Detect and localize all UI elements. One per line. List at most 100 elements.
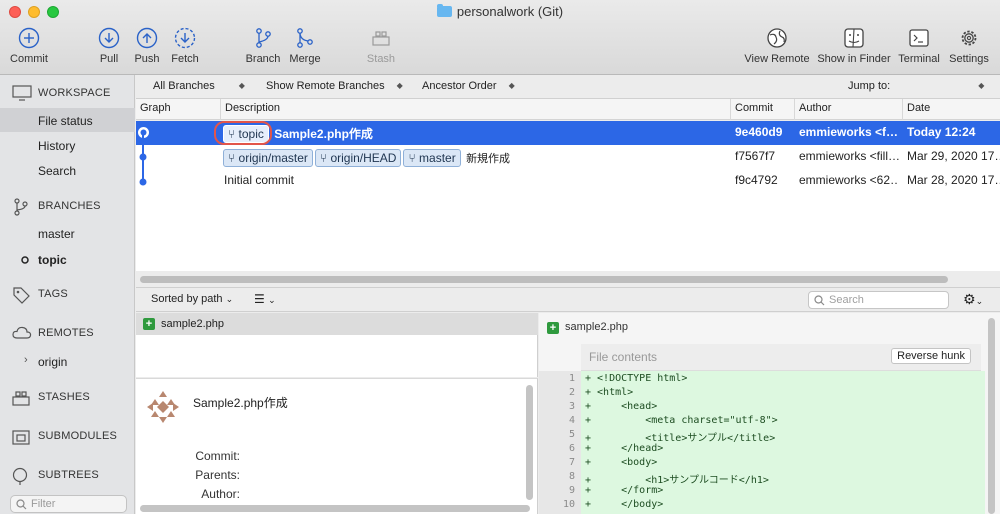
branch-icon bbox=[256, 28, 271, 48]
hunk-title: File contents bbox=[589, 350, 658, 364]
added-code-line: + <h1>サンプルコード</h1> bbox=[585, 475, 769, 486]
author-column-header[interactable]: Author bbox=[799, 102, 831, 114]
stash-button[interactable]: Stash bbox=[364, 27, 398, 65]
branch-button[interactable]: Branch bbox=[244, 27, 282, 65]
globe-icon bbox=[767, 28, 787, 48]
terminal-button[interactable]: Terminal bbox=[896, 27, 942, 65]
line-number: 1 bbox=[568, 373, 575, 384]
annotation-highlight-ring bbox=[214, 121, 272, 145]
chevron-right-icon[interactable]: › bbox=[24, 354, 28, 366]
action-gear-menu[interactable]: ⚙⌄ bbox=[963, 291, 983, 308]
line-number: 6 bbox=[568, 443, 575, 454]
search-icon bbox=[814, 295, 825, 306]
commit-list-scrollbar[interactable] bbox=[140, 276, 948, 283]
show-in-finder-button[interactable]: Show in Finder bbox=[816, 27, 892, 65]
sidebar-item-search[interactable]: Search bbox=[38, 164, 76, 178]
diff-panel: + sample2.php File contents Reverse hunk… bbox=[539, 313, 1000, 514]
graph-column-header[interactable]: Graph bbox=[140, 102, 171, 114]
diff-scrollbar[interactable] bbox=[988, 318, 995, 514]
column-divider[interactable] bbox=[220, 99, 221, 120]
column-divider[interactable] bbox=[794, 99, 795, 120]
stash-icon bbox=[12, 391, 30, 406]
added-code-line: + </body> bbox=[585, 499, 664, 510]
branch-tag[interactable]: ⑂ origin/master bbox=[223, 149, 313, 167]
updown-chevron-icon: ◆ bbox=[238, 81, 245, 90]
commit-author: emmieworks <f… bbox=[799, 125, 899, 139]
diff-file-name: sample2.php bbox=[565, 321, 628, 333]
commit-node-icon bbox=[139, 178, 147, 186]
commit-date: Mar 28, 2020 17… bbox=[907, 173, 1000, 187]
log-filter-bar: All Branches ◆ Show Remote Branches ◆ Ance… bbox=[136, 75, 1000, 99]
line-number: 4 bbox=[568, 415, 575, 426]
plus-circle-icon bbox=[18, 27, 40, 49]
column-divider[interactable] bbox=[730, 99, 731, 120]
line-number: 3 bbox=[568, 401, 575, 412]
added-code-line: + <body> bbox=[585, 457, 658, 468]
file-row[interactable]: + sample2.php bbox=[136, 313, 538, 335]
updown-chevron-icon: ◆ bbox=[508, 81, 515, 90]
commit-node-icon bbox=[139, 153, 147, 161]
branch-tag[interactable]: ⑂ origin/HEAD bbox=[314, 149, 402, 167]
file-list-toolbar: Sorted by path ⌄ ☰ ⌄ Search ⚙⌄ bbox=[136, 287, 1000, 312]
line-number: 2 bbox=[568, 387, 575, 398]
search-icon bbox=[16, 499, 27, 510]
sidebar-item-branch-master[interactable]: master bbox=[38, 227, 75, 241]
merge-icon bbox=[297, 28, 313, 48]
file-added-icon: + bbox=[143, 318, 155, 330]
line-number: 8 bbox=[568, 471, 575, 482]
sidebar: WORKSPACE File status History Search BRA… bbox=[0, 75, 135, 514]
search-input[interactable]: Search bbox=[808, 291, 949, 309]
view-remote-button[interactable]: View Remote bbox=[742, 27, 812, 65]
remote-branches-select[interactable]: Show Remote Branches ◆ bbox=[266, 80, 403, 92]
details-scrollbar[interactable] bbox=[526, 385, 533, 500]
branch-tag[interactable]: ⑂ master bbox=[403, 149, 461, 167]
line-number-gutter: 1 2 3 4 5 6 7 8 9 10 bbox=[539, 371, 581, 514]
line-number: 7 bbox=[568, 457, 575, 468]
terminal-icon bbox=[909, 29, 929, 47]
branch-icon bbox=[14, 198, 28, 216]
added-code-line: + </head> bbox=[585, 443, 664, 454]
view-mode-menu[interactable]: ☰ ⌄ bbox=[254, 292, 276, 306]
window-title: personalwork (Git) bbox=[0, 4, 1000, 19]
line-number: 10 bbox=[562, 499, 575, 510]
merge-button[interactable]: Merge bbox=[286, 27, 324, 65]
settings-button[interactable]: Settings bbox=[946, 27, 992, 65]
sidebar-item-remote-origin[interactable]: origin bbox=[38, 355, 67, 369]
subtree-icon bbox=[12, 467, 28, 485]
fetch-button[interactable]: Fetch bbox=[168, 27, 202, 65]
commit-message: Sample2.php作成 bbox=[193, 396, 288, 410]
branches-filter-select[interactable]: All Branches ◆ bbox=[153, 80, 245, 92]
commit-order-select[interactable]: Ancestor Order ◆ bbox=[422, 80, 515, 92]
list-icon: ☰ bbox=[254, 292, 265, 306]
details-horizontal-scrollbar[interactable] bbox=[140, 505, 530, 512]
updown-chevron-icon: ◆ bbox=[396, 81, 403, 90]
commit-column-header[interactable]: Commit bbox=[735, 102, 773, 114]
author-avatar bbox=[147, 391, 179, 423]
tag-icon bbox=[13, 287, 30, 304]
commit-row[interactable]: ⑂ origin/master ⑂ origin/HEAD ⑂ master 新規作… bbox=[136, 145, 1000, 169]
added-code-line: + <!DOCTYPE html> bbox=[585, 373, 688, 384]
pull-button[interactable]: Pull bbox=[94, 27, 124, 65]
push-button[interactable]: Push bbox=[132, 27, 162, 65]
commit-button[interactable]: Commit bbox=[6, 27, 52, 65]
jump-to-select[interactable]: Jump to: ◆ bbox=[848, 80, 984, 92]
parents-label: Parents: bbox=[195, 468, 240, 482]
date-column-header[interactable]: Date bbox=[907, 102, 930, 114]
reverse-hunk-button[interactable]: Reverse hunk bbox=[891, 348, 971, 364]
commit-list-header: Graph Description Commit Author Date bbox=[136, 99, 1000, 120]
line-number: 9 bbox=[568, 485, 575, 496]
commit-row[interactable]: ⑂ topic Sample2.php作成 9e460d9 emmieworks… bbox=[136, 121, 1000, 145]
commit-date: Today 12:24 bbox=[907, 125, 976, 139]
sidebar-item-branch-topic[interactable]: topic bbox=[38, 253, 67, 267]
current-branch-icon bbox=[21, 256, 29, 264]
sidebar-filter-input[interactable]: Filter bbox=[10, 495, 127, 513]
sidebar-item-history[interactable]: History bbox=[38, 139, 75, 153]
added-code-line: + <title>サンプル</title> bbox=[585, 433, 776, 444]
column-divider[interactable] bbox=[902, 99, 903, 120]
sidebar-item-file-status[interactable]: File status bbox=[38, 114, 93, 128]
sort-by-path-menu[interactable]: Sorted by path ⌄ bbox=[151, 293, 233, 305]
commit-row[interactable]: Initial commit f9c4792 emmieworks <62… M… bbox=[136, 169, 1000, 193]
commit-hash: f7567f7 bbox=[735, 149, 776, 163]
description-column-header[interactable]: Description bbox=[225, 102, 280, 114]
fetch-arrow-icon bbox=[174, 27, 196, 49]
